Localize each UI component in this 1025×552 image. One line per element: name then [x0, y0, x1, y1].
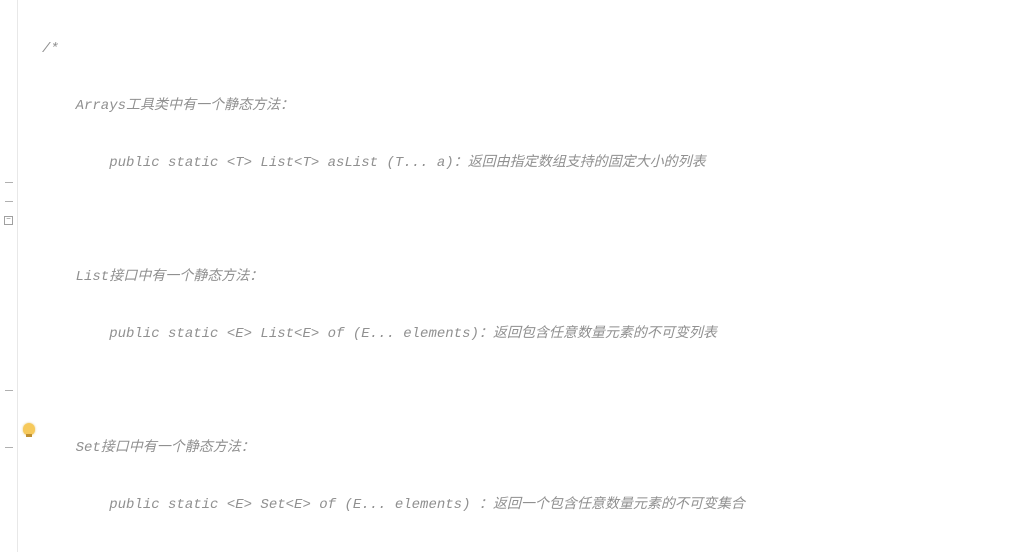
fold-gutter: [0, 0, 18, 552]
comment: /*: [42, 41, 59, 57]
comment: List接口中有一个静态方法：: [42, 269, 263, 285]
fold-toggle[interactable]: [4, 216, 13, 225]
watermark-icon: [975, 510, 1021, 548]
fold-end-marker[interactable]: [5, 201, 13, 202]
fold-end-marker[interactable]: [5, 390, 13, 391]
comment: public static <E> List<E> of (E... eleme…: [42, 326, 717, 342]
intention-bulb-icon[interactable]: [23, 423, 35, 435]
code-editor[interactable]: /* Arrays工具类中有一个静态方法： public static <T> …: [0, 0, 1025, 552]
comment: public static <E> Set<E> of (E... elemen…: [42, 497, 745, 513]
comment: Set接口中有一个静态方法：: [42, 440, 255, 456]
fold-end-marker[interactable]: [5, 447, 13, 448]
comment: Arrays工具类中有一个静态方法：: [42, 98, 294, 114]
comment: public static <T> List<T> asList (T... a…: [42, 155, 706, 171]
icon-gutter: [18, 0, 40, 552]
code-area[interactable]: /* Arrays工具类中有一个静态方法： public static <T> …: [40, 0, 1025, 552]
fold-end-marker[interactable]: [5, 182, 13, 183]
